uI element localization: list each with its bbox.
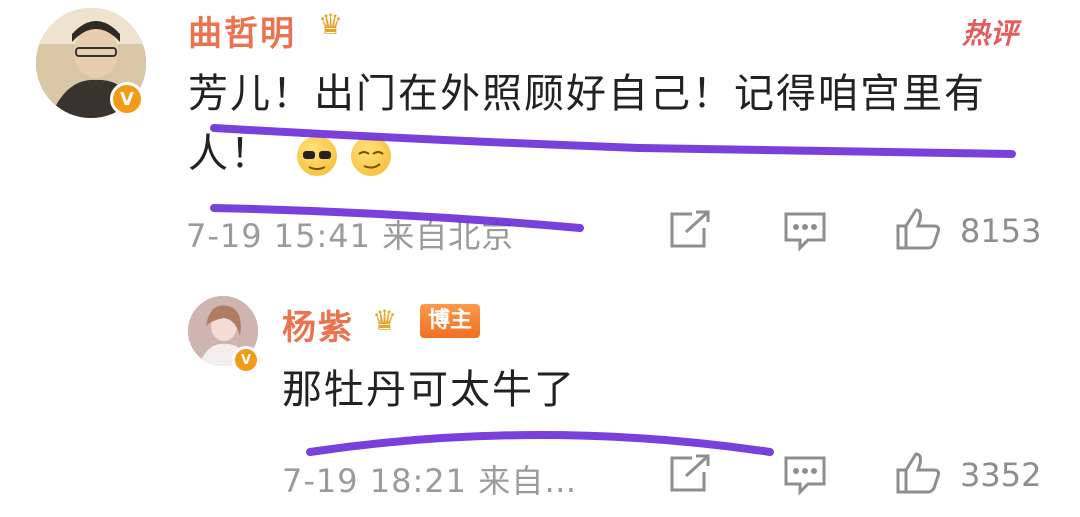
hot-comment-tag: 热评	[962, 17, 1019, 50]
verified-icon: V	[232, 346, 260, 374]
share-icon[interactable]	[668, 210, 712, 250]
crown-icon: ♛	[372, 304, 398, 337]
username[interactable]: 曲哲明	[188, 6, 296, 55]
comment-item: V 杨紫 ♛ 博主 那牡丹可太牛了 7-19 18:21 来自… 3352	[0, 280, 1080, 517]
comment-item: V 曲哲明 ♛ 热评 芳儿！出门在外照顾好自己！记得咱宫里有 人！ 7-19 1…	[0, 0, 1080, 270]
sunglasses-emoji-icon	[296, 136, 337, 176]
like-icon[interactable]	[894, 450, 942, 496]
comment-timestamp: 7-19 18:21 来自…	[282, 462, 578, 500]
like-icon[interactable]	[894, 206, 942, 252]
share-icon[interactable]	[668, 454, 712, 494]
smirk-emoji-icon	[351, 136, 392, 176]
blogger-badge: 博主	[420, 304, 481, 338]
like-count: 8153	[960, 212, 1042, 250]
comment-text-tail: 人！	[188, 131, 272, 177]
verified-icon: V	[110, 82, 144, 116]
crown-icon: ♛	[318, 8, 344, 41]
comment-text-line: 人！	[188, 124, 392, 184]
comment-timestamp: 7-19 15:41 来自北京	[186, 217, 515, 255]
username[interactable]: 杨紫	[282, 300, 354, 349]
reply-icon[interactable]	[782, 210, 828, 252]
comment-text: 那牡丹可太牛了	[282, 367, 576, 413]
reply-icon[interactable]	[782, 454, 828, 496]
comment-text-line: 芳儿！出门在外照顾好自己！记得咱宫里有	[188, 71, 986, 117]
like-count: 3352	[960, 456, 1042, 494]
